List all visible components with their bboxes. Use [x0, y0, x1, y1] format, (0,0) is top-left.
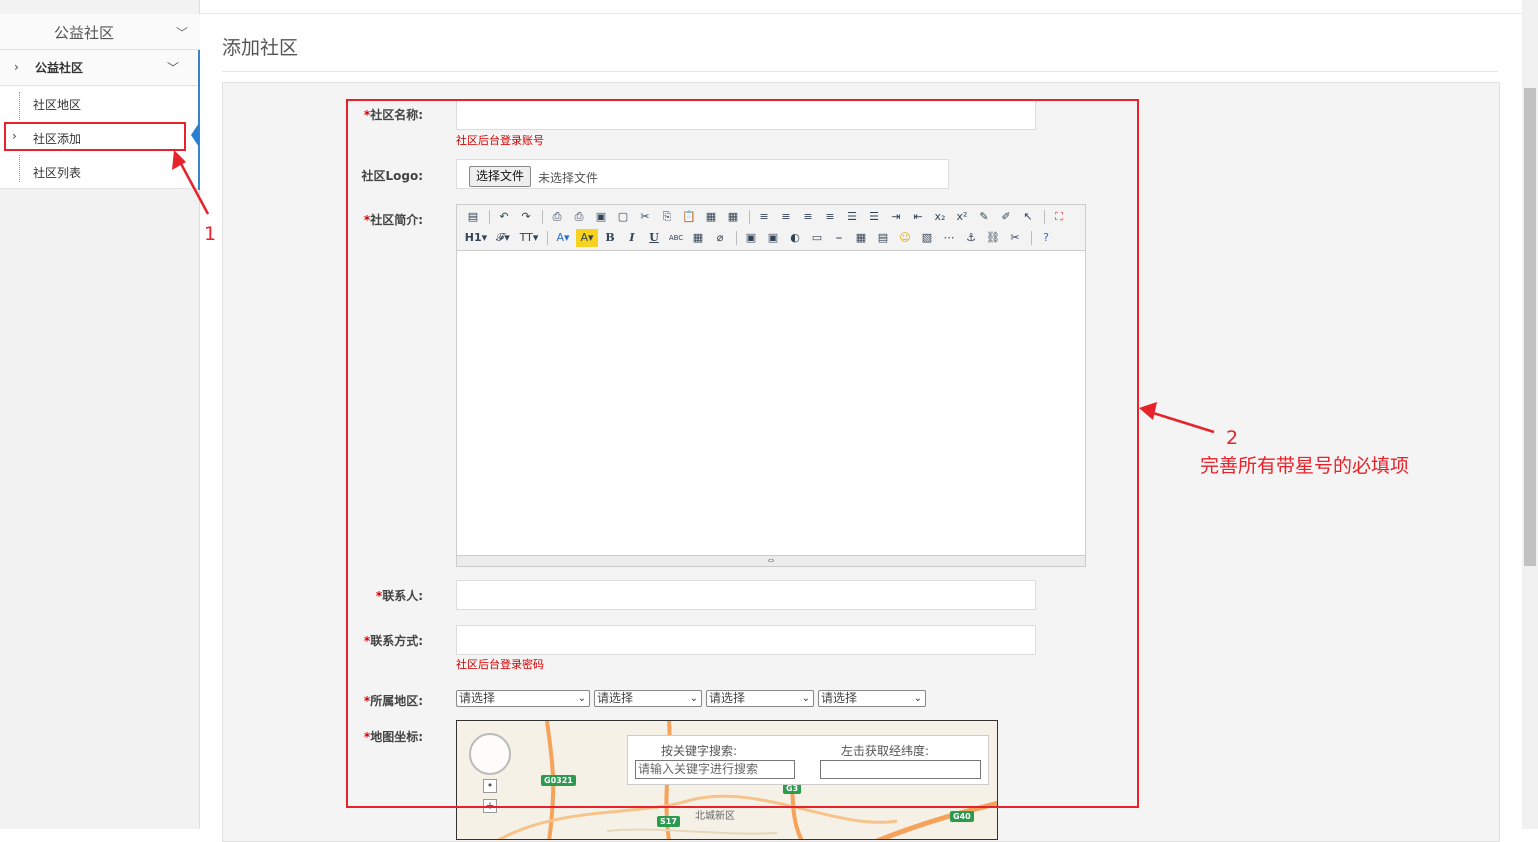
sidebar-header-title: 公益社区	[54, 24, 115, 42]
chevron-down-icon: ﹀	[167, 61, 180, 75]
page-title: 添加社区	[222, 37, 299, 59]
chevron-down-icon: ﹀	[176, 26, 189, 40]
chevron-right-icon: ›	[14, 60, 19, 74]
annotation-label-2: 2	[1226, 427, 1239, 449]
sidebar-group-community[interactable]: › 公益社区 ﹀	[0, 50, 200, 86]
road-badge: G40	[950, 811, 974, 822]
divider	[222, 71, 1498, 72]
annotation-box-1	[4, 122, 186, 151]
sidebar-item-list[interactable]: 社区列表	[0, 154, 200, 188]
annotation-box-2	[346, 99, 1139, 808]
map-place-label: 北城新区	[695, 811, 735, 822]
annotation-label-1: 1	[204, 223, 217, 245]
sidebar-item-region[interactable]: 社区地区	[0, 86, 200, 120]
road-badge: S17	[657, 816, 680, 827]
scrollbar-thumb[interactable]	[1524, 88, 1536, 566]
breadcrumb	[200, 0, 1522, 14]
scrollbar[interactable]	[1522, 0, 1538, 829]
sidebar-item-label: 社区列表	[33, 166, 82, 180]
sidebar-item-label: 社区地区	[33, 98, 82, 112]
sidebar-header[interactable]: 公益社区 ﹀	[0, 14, 200, 50]
active-marker-icon	[191, 123, 199, 147]
sidebar-group-label: 公益社区	[35, 61, 84, 75]
annotation-note: 完善所有带星号的必填项	[1200, 455, 1410, 477]
